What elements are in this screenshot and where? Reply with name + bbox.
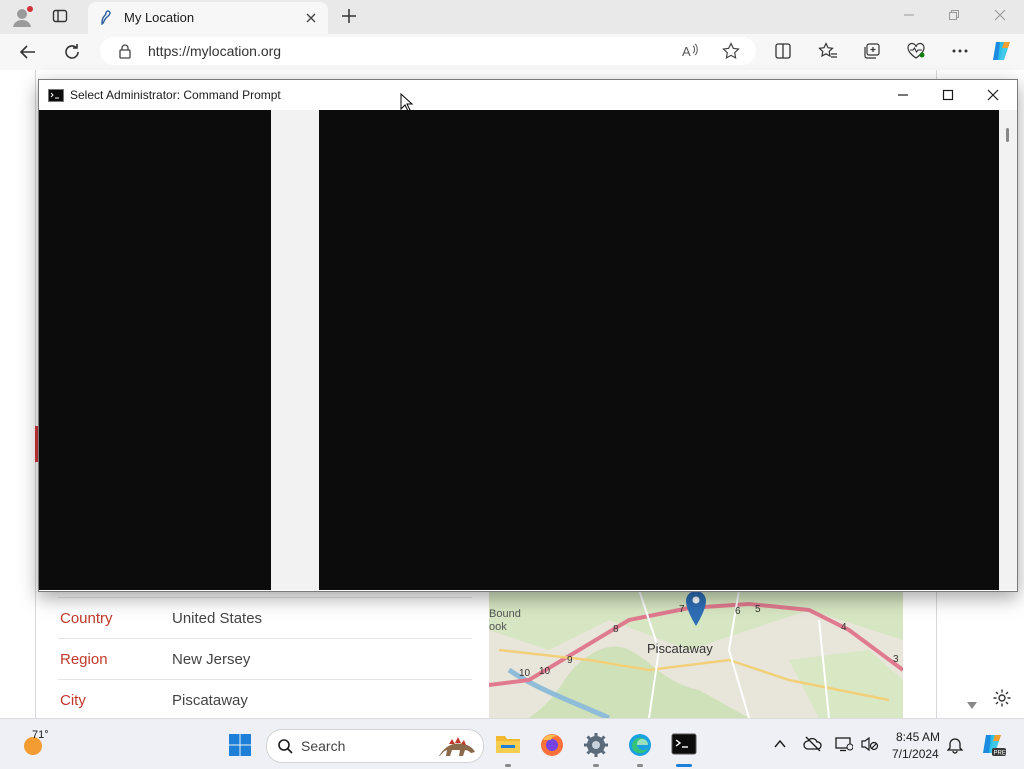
route-number: 4 [841,622,847,633]
browser-essentials-icon[interactable] [906,42,926,60]
route-number: 3 [893,654,899,665]
collections-icon[interactable] [862,42,882,60]
close-tab-icon[interactable] [304,11,318,25]
svg-text:A: A [682,44,691,59]
firefox-icon[interactable] [539,732,565,758]
cmd-minimize-icon[interactable] [896,88,910,102]
map-label-edge1: Bound [489,608,521,620]
svg-text:PRE: PRE [994,751,1006,757]
route-number: 10 [539,666,551,677]
cmd-app-icon [48,89,64,102]
refresh-icon[interactable] [62,42,82,62]
new-tab-icon[interactable] [340,7,358,25]
cmd-maximize-icon[interactable] [941,88,955,102]
clock-date[interactable]: 7/1/2024 [892,747,939,761]
browser-restore-icon[interactable] [948,9,960,21]
back-arrow-icon[interactable] [18,42,38,62]
more-options-icon[interactable] [950,47,970,55]
cmd-pane-gap [271,110,319,590]
profile-icon[interactable] [10,5,34,29]
route-number: 8 [613,624,619,635]
scroll-down-arrow-icon[interactable] [966,700,978,710]
browser-close-icon[interactable] [994,9,1006,21]
running-app-indicator [593,764,599,767]
map-label-edge2: ook [489,621,507,633]
row-value: United States [172,610,263,627]
split-screen-icon[interactable] [774,42,792,60]
read-aloud-icon[interactable]: A [682,43,700,59]
onedrive-offline-icon[interactable] [803,736,823,752]
search-highlight-dinosaur-icon [435,732,479,760]
copilot-pre-icon[interactable]: PRE [980,732,1006,758]
cmd-title-bar[interactable]: Select Administrator: Command Prompt [39,80,1017,110]
favorite-star-icon[interactable] [722,42,740,60]
mouse-cursor-icon [400,93,414,113]
taskbar-search-box[interactable]: Search [266,729,484,763]
page-settings-gear-icon[interactable] [992,688,1012,708]
command-prompt-window[interactable]: Select Administrator: Command Prompt [38,79,1018,592]
browser-tabstrip: My Location [0,0,1024,34]
row-key: Country [60,610,113,627]
notification-bell-icon[interactable] [947,736,963,754]
search-icon [277,738,293,754]
location-map[interactable]: Bound ook Piscataway 10 10 9 8 7 6 5 4 3 [489,590,903,718]
active-app-indicator [676,764,692,767]
cmd-console-pane-left[interactable] [39,110,271,590]
route-number: 10 [519,668,531,679]
cmd-close-icon[interactable] [986,88,1000,102]
location-info-table: Country United States Region New Jersey … [58,597,472,720]
route-number: 9 [567,655,573,666]
url-text: https://mylocation.org [148,43,282,59]
tab-actions-icon[interactable] [52,8,68,24]
lock-icon[interactable] [118,43,132,59]
taskbar: 71° Search 8:45 AM 7/1/2024 PRE [0,718,1024,769]
search-label: Search [301,738,346,754]
row-key: Region [60,651,108,668]
row-value: Piscataway [172,692,248,709]
tab-title: My Location [124,10,195,25]
settings-gear-icon[interactable] [583,732,609,758]
running-app-indicator [505,764,511,767]
network-display-icon[interactable] [835,736,853,752]
map-pin-icon[interactable] [685,590,707,626]
file-explorer-icon[interactable] [495,733,521,755]
route-number: 7 [679,604,685,615]
row-key: City [60,692,86,709]
route-number: 6 [735,606,741,617]
terminal-cmd-icon[interactable] [671,732,697,756]
location-favicon-icon [98,10,114,26]
show-hidden-icons-chevron-icon[interactable] [774,739,786,749]
table-row: City Piscataway [58,679,472,720]
volume-muted-icon[interactable] [861,736,879,752]
table-row: Country United States [58,597,472,638]
tab-my-location[interactable]: My Location [88,2,328,34]
browser-minimize-icon[interactable] [903,9,915,21]
start-windows-icon[interactable] [228,733,252,757]
table-row: Region New Jersey [58,638,472,679]
route-number: 5 [755,604,761,615]
map-label-main: Piscataway [647,641,713,656]
copilot-icon[interactable] [990,40,1014,62]
cmd-scrollbar[interactable] [999,110,1017,590]
edge-browser-icon[interactable] [627,732,653,758]
favorites-icon[interactable] [818,42,838,60]
cmd-scrollbar-thumb[interactable] [1006,128,1009,142]
running-app-indicator [637,764,643,767]
cmd-window-title: Select Administrator: Command Prompt [70,88,281,102]
cmd-console-pane-right[interactable] [319,110,999,590]
clock-time[interactable]: 8:45 AM [896,730,940,744]
row-value: New Jersey [172,651,251,668]
address-bar[interactable]: https://mylocation.org A [100,37,756,65]
weather-temperature[interactable]: 71° [32,729,49,741]
